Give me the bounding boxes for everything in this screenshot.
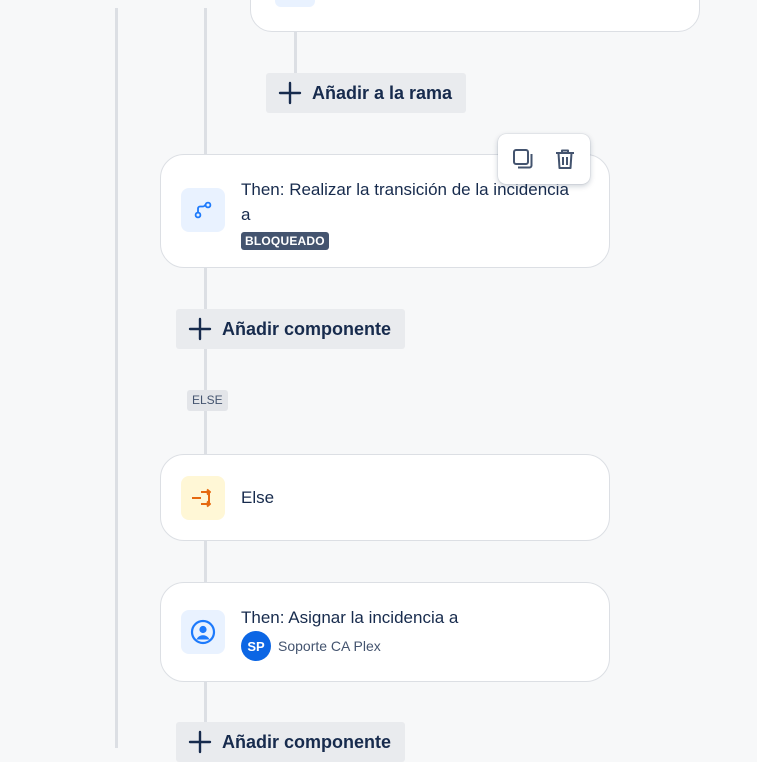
add-component-label: Añadir componente	[222, 731, 392, 752]
plus-icon	[188, 730, 212, 754]
transition-text: Then: Realizar la transición de la incid…	[241, 177, 571, 252]
outer-branch-line	[115, 8, 118, 748]
transition-label: Then: Realizar la transición de la incid…	[241, 180, 569, 224]
card-actions-toolbar	[498, 134, 590, 184]
assign-label: Then: Asignar la incidencia a	[241, 608, 459, 627]
status-lozenge: BLOQUEADO	[241, 232, 329, 250]
copy-icon	[513, 149, 533, 169]
flow-line-top	[204, 8, 207, 156]
add-component-label: Añadir componente	[222, 318, 392, 339]
branch-inner-line	[294, 30, 297, 76]
add-component-button[interactable]: Añadir componente	[176, 309, 406, 349]
transition-icon-box	[181, 188, 225, 232]
else-label: Else	[241, 488, 275, 507]
flow-line-middle	[204, 266, 207, 456]
plus-icon	[278, 81, 302, 105]
assign-action-card[interactable]: Then: Asignar la incidencia a	[160, 582, 610, 682]
delete-button[interactable]	[549, 143, 581, 175]
add-component-button[interactable]: Añadir componente	[176, 722, 406, 762]
avatar: SP	[241, 631, 271, 661]
add-to-branch-button[interactable]: Añadir a la rama	[266, 73, 467, 113]
flow-line-else	[204, 540, 207, 584]
else-icon-box	[181, 476, 225, 520]
branch-icon	[192, 488, 211, 508]
trash-icon	[555, 149, 574, 169]
partial-card[interactable]	[250, 0, 700, 32]
duplicate-button[interactable]	[507, 143, 539, 175]
plus-icon	[188, 317, 212, 341]
else-card[interactable]: Else	[160, 454, 610, 541]
assignee: SP Soporte CA Plex	[241, 631, 381, 661]
assignee-name: Soporte CA Plex	[278, 638, 381, 654]
user-icon	[190, 619, 216, 645]
else-tag: ELSE	[187, 390, 228, 411]
partial-card-icon	[275, 0, 315, 7]
transition-icon	[194, 201, 212, 219]
add-to-branch-label: Añadir a la rama	[312, 82, 453, 103]
assign-icon-box	[181, 610, 225, 654]
